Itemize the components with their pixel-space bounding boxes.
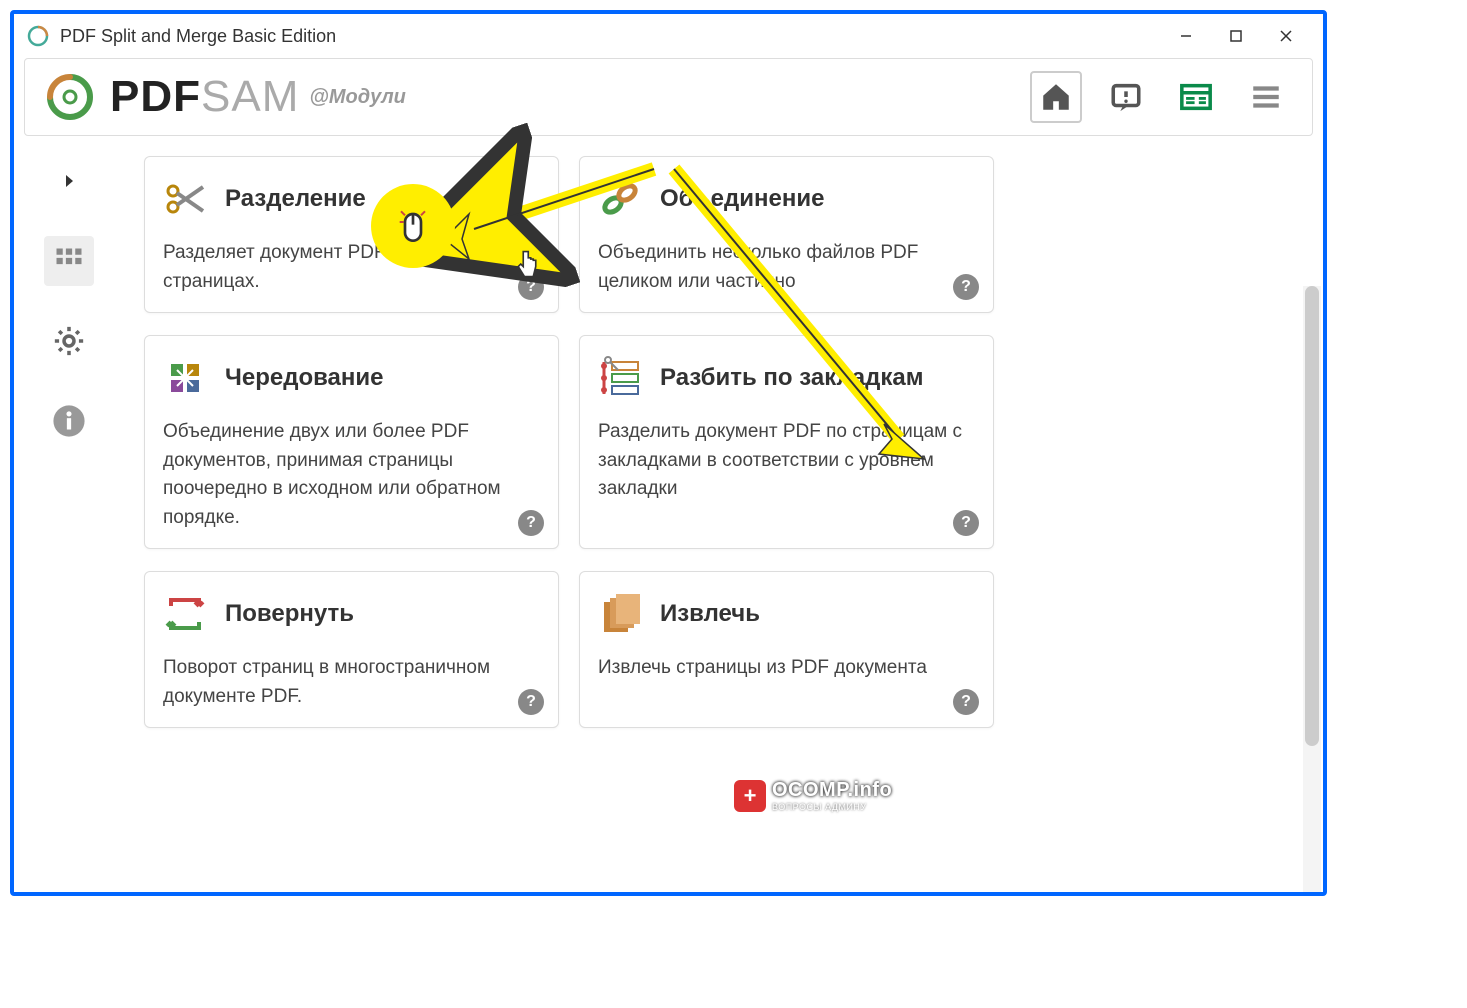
card-title: Извлечь: [660, 600, 760, 628]
logo-icon: [45, 72, 95, 122]
header-buttons: [1030, 71, 1292, 123]
help-icon[interactable]: ?: [953, 689, 979, 715]
news-button[interactable]: [1170, 71, 1222, 123]
card-desc: Разделяет документ PDF на указанных стра…: [163, 239, 540, 296]
watermark-main: OCOMP.info: [772, 779, 892, 802]
logo-text: PDFSAM: [110, 72, 299, 122]
app-header: PDFSAM @Модули: [24, 58, 1313, 136]
header-subtitle: @Модули: [309, 86, 406, 109]
scrollbar[interactable]: [1303, 286, 1321, 892]
bookmark-split-icon: [598, 356, 642, 400]
home-button[interactable]: [1030, 71, 1082, 123]
sidebar-info-button[interactable]: [44, 396, 94, 446]
rotate-icon: [163, 592, 207, 636]
logo: PDFSAM @Модули: [45, 72, 406, 122]
window-controls: [1161, 18, 1311, 54]
card-title: Повернуть: [225, 600, 354, 628]
help-icon[interactable]: ?: [953, 510, 979, 536]
watermark-sub: ВОПРОСЫ АДМИНУ: [772, 802, 892, 812]
window-title: PDF Split and Merge Basic Edition: [60, 26, 1161, 47]
scissors-icon: [163, 177, 207, 221]
app-window: PDF Split and Merge Basic Edition PDFSAM: [10, 10, 1327, 896]
card-title: Объединение: [660, 185, 824, 213]
card-alternate[interactable]: Чередование Объединение двух или более P…: [144, 335, 559, 549]
card-merge[interactable]: Объединение Объединить несколько файлов …: [579, 156, 994, 313]
sidebar: [14, 136, 124, 892]
sidebar-modules-button[interactable]: [44, 236, 94, 286]
body: Разделение Разделяет документ PDF на ука…: [14, 136, 1323, 892]
cursor-pointer-icon: [514, 249, 540, 286]
help-icon[interactable]: ?: [953, 274, 979, 300]
sidebar-expand-button[interactable]: [44, 156, 94, 206]
card-desc: Извлечь страницы из PDF документа: [598, 654, 975, 683]
menu-button[interactable]: [1240, 71, 1292, 123]
notification-button[interactable]: [1100, 71, 1152, 123]
card-rotate[interactable]: Повернуть Поворот страниц в многостранич…: [144, 571, 559, 728]
app-icon: [26, 24, 50, 48]
card-desc: Объединить несколько файлов PDF целиком …: [598, 239, 975, 296]
alternate-icon: [163, 356, 207, 400]
card-extract[interactable]: Извлечь Извлечь страницы из PDF документ…: [579, 571, 994, 728]
scroll-thumb[interactable]: [1305, 286, 1319, 746]
card-desc: Поворот страниц в многостраничном докуме…: [163, 654, 540, 711]
minimize-button[interactable]: [1161, 18, 1211, 54]
click-highlight: [371, 184, 455, 268]
chain-icon: [598, 177, 642, 221]
card-desc: Объединение двух или более PDF документо…: [163, 418, 540, 532]
titlebar: PDF Split and Merge Basic Edition: [14, 14, 1323, 58]
card-split[interactable]: Разделение Разделяет документ PDF на ука…: [144, 156, 559, 313]
maximize-button[interactable]: [1211, 18, 1261, 54]
mouse-icon: [396, 206, 430, 246]
help-icon[interactable]: ?: [518, 689, 544, 715]
watermark-badge: +: [734, 780, 766, 812]
module-grid: Разделение Разделяет документ PDF на ука…: [124, 136, 1323, 892]
card-title: Чередование: [225, 364, 384, 392]
sidebar-settings-button[interactable]: [44, 316, 94, 366]
card-desc: Разделить документ PDF по страницам с за…: [598, 418, 975, 504]
close-button[interactable]: [1261, 18, 1311, 54]
help-icon[interactable]: ?: [518, 510, 544, 536]
card-title: Разделение: [225, 185, 366, 213]
watermark: + OCOMP.info ВОПРОСЫ АДМИНУ: [734, 779, 892, 812]
card-split-bookmarks[interactable]: Разбить по закладкам Разделить документ …: [579, 335, 994, 549]
extract-icon: [598, 592, 642, 636]
card-title: Разбить по закладкам: [660, 364, 923, 392]
